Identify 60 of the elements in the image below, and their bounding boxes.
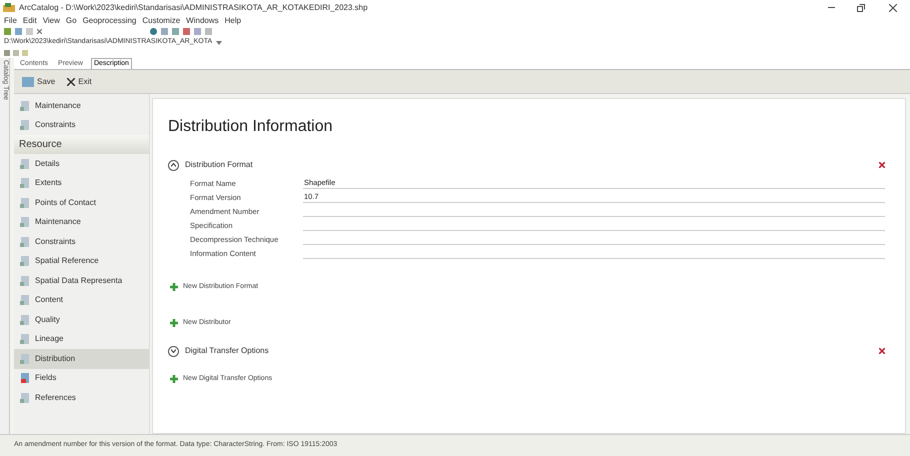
page-icon bbox=[20, 100, 30, 111]
sidebar-item[interactable]: References bbox=[14, 388, 149, 408]
table-icon bbox=[20, 373, 30, 384]
menu-item[interactable]: Edit bbox=[22, 14, 37, 26]
page-heading: Distribution Information bbox=[168, 117, 334, 137]
save-button[interactable]: Save bbox=[22, 76, 56, 88]
section-title: Distribution Format bbox=[185, 159, 253, 171]
plus-icon bbox=[170, 319, 178, 327]
menu-item[interactable]: Go bbox=[66, 14, 77, 26]
sidebar-item[interactable]: Constraints bbox=[14, 232, 149, 252]
collapse-icon[interactable] bbox=[168, 160, 179, 170]
page-icon bbox=[20, 314, 30, 325]
sidebar-item[interactable]: Maintenance bbox=[14, 96, 149, 116]
menu-item[interactable]: Help bbox=[224, 14, 242, 26]
sidebar-item[interactable]: Distribution bbox=[14, 349, 149, 368]
page-icon bbox=[20, 392, 30, 403]
page-icon bbox=[20, 236, 30, 247]
page-icon bbox=[20, 256, 30, 266]
page-icon bbox=[20, 354, 30, 364]
sidebar-item[interactable]: Maintenance bbox=[14, 212, 149, 232]
expand-icon[interactable] bbox=[168, 346, 179, 356]
sidebar-item[interactable]: Lineage bbox=[14, 330, 149, 349]
menu-item[interactable]: View bbox=[42, 14, 60, 26]
save-icon bbox=[22, 76, 34, 86]
menu-item[interactable]: File bbox=[4, 14, 17, 26]
section-title: Digital Transfer Options bbox=[185, 345, 269, 357]
delete-icon[interactable] bbox=[37, 29, 42, 34]
minimize-icon[interactable] bbox=[828, 7, 835, 8]
page-icon bbox=[20, 178, 30, 188]
restore-icon[interactable] bbox=[857, 4, 865, 12]
page-icon bbox=[20, 295, 30, 306]
sidebar-item[interactable]: Quality bbox=[14, 310, 149, 330]
close-icon[interactable] bbox=[889, 4, 897, 12]
page-icon bbox=[20, 334, 30, 344]
page-icon bbox=[20, 198, 30, 208]
sidebar-item[interactable]: Content bbox=[14, 290, 149, 310]
dropdown-icon[interactable] bbox=[216, 40, 222, 46]
page-icon bbox=[20, 120, 30, 130]
delete-icon[interactable] bbox=[879, 162, 885, 168]
menu-item[interactable]: Customize bbox=[142, 14, 180, 26]
sidebar-item[interactable]: Spatial Reference bbox=[14, 252, 149, 271]
sidebar-item[interactable]: Fields bbox=[14, 368, 149, 388]
sidebar-item[interactable]: Details bbox=[14, 154, 149, 174]
app-icon bbox=[3, 2, 15, 12]
close-icon bbox=[67, 78, 76, 86]
sidebar-item[interactable]: Constraints bbox=[14, 116, 149, 135]
sidebar-item[interactable]: Points of Contact bbox=[14, 193, 149, 212]
page-icon bbox=[20, 217, 30, 228]
page-icon bbox=[20, 158, 30, 169]
exit-button[interactable]: Exit bbox=[67, 76, 92, 88]
plus-icon bbox=[170, 283, 178, 291]
window-title: ArcCatalog - D:\Work\2023\kediri\Standarisasi\ADMINISTRASIKOTA_AR_KOTAKEDIRI_2023.shp bbox=[19, 2, 368, 14]
sidebar-item[interactable]: Extents bbox=[14, 174, 149, 193]
delete-icon[interactable] bbox=[879, 348, 885, 354]
sidebar-item[interactable]: Spatial Data Representa bbox=[14, 271, 149, 290]
plus-icon bbox=[170, 375, 178, 383]
page-icon bbox=[20, 276, 30, 286]
menu-item[interactable]: Geoprocessing bbox=[82, 14, 136, 26]
section-header: Resource bbox=[14, 135, 149, 154]
menu-item[interactable]: Windows bbox=[186, 14, 219, 26]
